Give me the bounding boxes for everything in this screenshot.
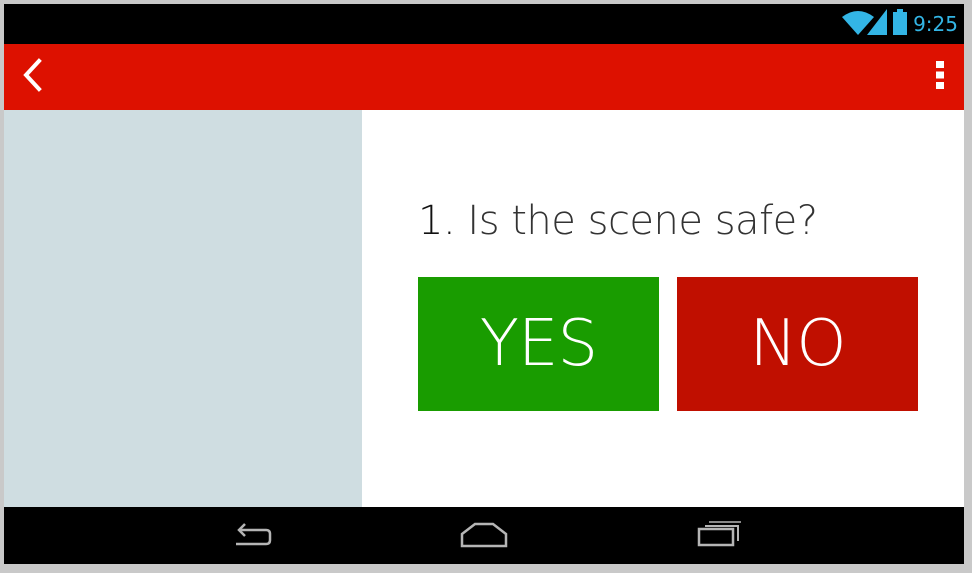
question-number: 1. bbox=[418, 198, 456, 244]
battery-icon bbox=[893, 8, 908, 40]
back-button[interactable] bbox=[10, 55, 54, 99]
status-icons: 9:25 bbox=[841, 8, 958, 40]
nav-recents-button[interactable] bbox=[684, 513, 754, 559]
nav-home-button[interactable] bbox=[449, 513, 519, 559]
overflow-menu-icon bbox=[936, 60, 944, 94]
status-time: 9:25 bbox=[913, 12, 958, 36]
nav-recents-icon bbox=[696, 520, 742, 553]
question-heading: 1. Is the scene safe? bbox=[418, 198, 818, 244]
nav-back-button[interactable] bbox=[215, 513, 285, 559]
signal-icon bbox=[867, 8, 888, 40]
action-bar bbox=[4, 44, 964, 110]
nav-home-icon bbox=[459, 520, 509, 553]
side-panel bbox=[4, 110, 362, 507]
chevron-left-icon bbox=[21, 57, 43, 97]
nav-back-icon bbox=[228, 520, 272, 553]
question-text: Is the scene safe? bbox=[467, 198, 818, 244]
status-bar: 9:25 bbox=[4, 4, 964, 44]
yes-button[interactable]: YES bbox=[418, 277, 659, 411]
device-screen: 9:25 1. Is the scene safe? YES NO bbox=[4, 4, 964, 564]
navigation-bar bbox=[4, 507, 964, 564]
main-content: 1. Is the scene safe? YES NO bbox=[4, 110, 964, 507]
no-button[interactable]: NO bbox=[677, 277, 918, 411]
overflow-menu-button[interactable] bbox=[900, 55, 944, 99]
